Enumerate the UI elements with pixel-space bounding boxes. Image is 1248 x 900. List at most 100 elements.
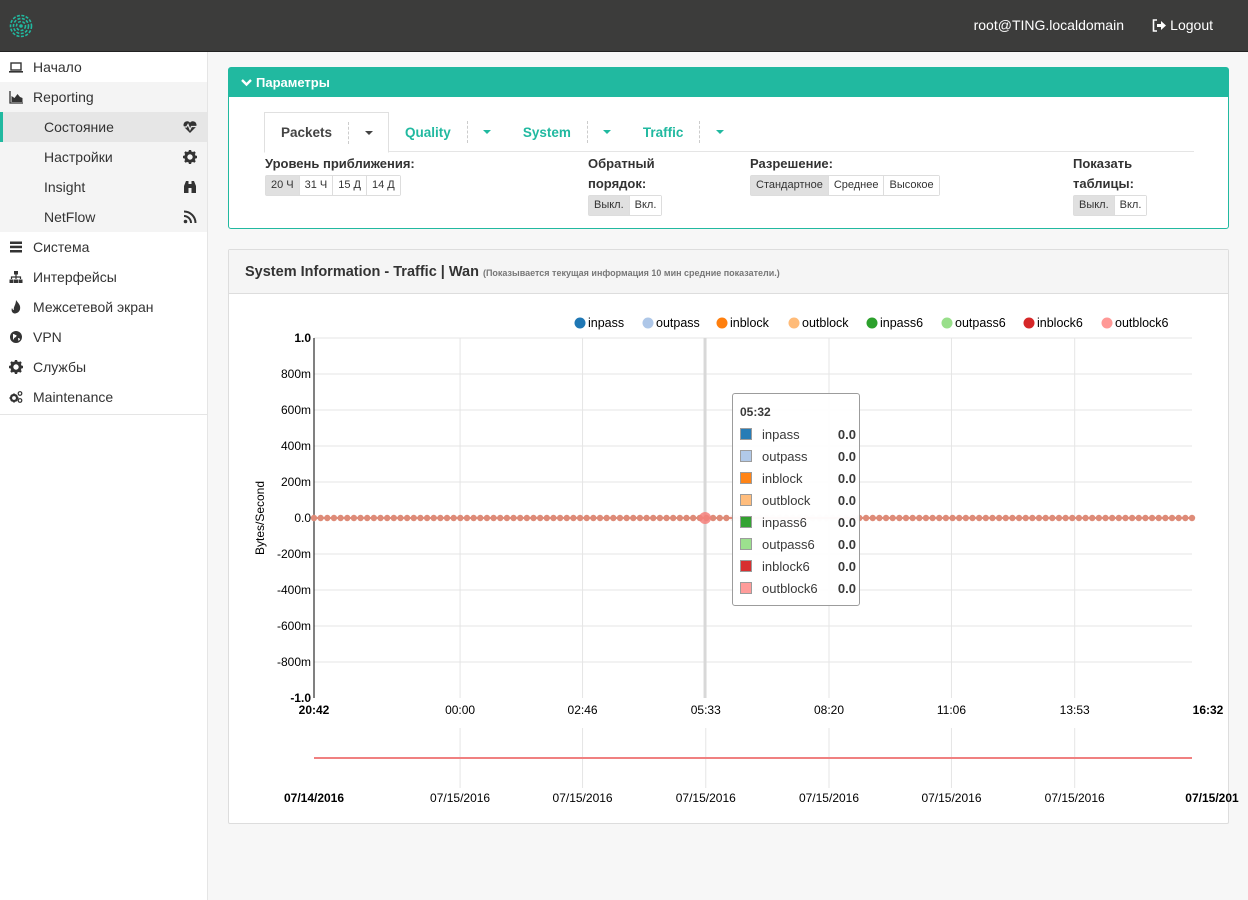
data-point bbox=[603, 514, 610, 522]
data-point bbox=[1095, 514, 1103, 522]
tooltip-row: inblock 0.0 bbox=[740, 467, 856, 489]
data-point bbox=[630, 514, 637, 522]
y-tick-label: -400m bbox=[277, 583, 311, 597]
data-point bbox=[383, 514, 391, 522]
y-tick-label: 0.0 bbox=[294, 511, 311, 525]
y-tick-label: 600m bbox=[281, 403, 311, 417]
data-point bbox=[364, 514, 371, 522]
data-point bbox=[623, 514, 630, 522]
data-point bbox=[1142, 514, 1149, 522]
data-point bbox=[390, 514, 398, 522]
legend-marker-outpass[interactable] bbox=[642, 317, 654, 329]
y-tick-label: -600m bbox=[277, 619, 311, 633]
x-tick-label: 05:33 bbox=[691, 703, 721, 717]
legend-marker-outpass6[interactable] bbox=[941, 317, 953, 329]
tooltip-row: outpass6 0.0 bbox=[740, 533, 856, 555]
tooltip-row: inblock6 0.0 bbox=[740, 555, 856, 577]
legend-marker-inpass[interactable] bbox=[574, 317, 586, 329]
series-swatch bbox=[740, 472, 752, 484]
data-point bbox=[324, 514, 331, 522]
tooltip-series-name: outblock bbox=[762, 492, 811, 508]
data-point bbox=[1029, 514, 1036, 522]
context-x-tick-label: 07/15/2016 bbox=[553, 791, 613, 805]
legend-label-outblock6[interactable]: outblock6 bbox=[1115, 316, 1169, 330]
data-point bbox=[989, 514, 996, 522]
data-point bbox=[669, 514, 677, 522]
context-x-tick-label: 07/15/2016 bbox=[921, 791, 981, 805]
y-tick-label: 800m bbox=[281, 367, 311, 381]
data-point bbox=[1055, 514, 1063, 522]
data-point bbox=[1089, 514, 1096, 522]
traffic-chart[interactable]: 1.0 800m 600m 400m 200m 0.0 -200m -400m -600m -80… bbox=[0, 0, 1248, 900]
legend-label-outpass6[interactable]: outpass6 bbox=[955, 316, 1006, 330]
series-swatch bbox=[740, 538, 752, 550]
series-swatch bbox=[740, 428, 752, 440]
data-point bbox=[689, 514, 697, 522]
tooltip-row: inpass6 0.0 bbox=[740, 511, 856, 533]
data-point bbox=[443, 514, 451, 522]
data-point bbox=[1049, 514, 1056, 522]
data-point bbox=[656, 514, 664, 522]
data-point bbox=[530, 514, 537, 522]
legend-label-outpass[interactable]: outpass bbox=[656, 316, 700, 330]
data-point bbox=[663, 514, 670, 522]
data-point bbox=[337, 514, 344, 522]
legend-label-outblock[interactable]: outblock bbox=[802, 316, 849, 330]
legend-marker-inblock6[interactable] bbox=[1023, 317, 1035, 329]
data-point bbox=[1188, 514, 1196, 522]
data-point bbox=[1108, 514, 1116, 522]
tooltip-series-name: inblock bbox=[762, 470, 803, 486]
data-point bbox=[616, 514, 624, 522]
tooltip-series-name: outpass6 bbox=[762, 536, 815, 552]
series-swatch bbox=[740, 516, 752, 528]
legend-label-inblock6[interactable]: inblock6 bbox=[1037, 316, 1083, 330]
tooltip-series-name: inpass6 bbox=[762, 514, 807, 530]
series-swatch bbox=[740, 582, 752, 594]
data-point bbox=[1015, 514, 1023, 522]
data-point bbox=[922, 514, 930, 522]
data-point bbox=[643, 514, 650, 522]
data-point bbox=[909, 514, 916, 522]
tooltip-time: 05:32 bbox=[740, 405, 771, 419]
data-point bbox=[1042, 514, 1049, 522]
data-point bbox=[676, 514, 684, 522]
data-point bbox=[969, 514, 976, 522]
legend-label-inpass6[interactable]: inpass6 bbox=[880, 316, 923, 330]
context-x-tick-label: 07/15/2016 bbox=[430, 791, 490, 805]
data-point bbox=[543, 514, 551, 522]
y-tick-label: -800m bbox=[277, 655, 311, 669]
data-point bbox=[650, 514, 657, 522]
series-swatch bbox=[740, 560, 752, 572]
tooltip-series-value: 0.0 bbox=[837, 470, 856, 486]
data-point bbox=[975, 514, 983, 522]
data-point bbox=[636, 514, 644, 522]
data-point bbox=[350, 514, 358, 522]
data-point bbox=[1002, 514, 1009, 522]
legend-marker-outblock[interactable] bbox=[788, 317, 800, 329]
data-point bbox=[1168, 514, 1176, 522]
legend-marker-outblock6[interactable] bbox=[1101, 317, 1113, 329]
data-point bbox=[410, 514, 417, 522]
legend-label-inpass[interactable]: inpass bbox=[588, 316, 624, 330]
data-point bbox=[523, 514, 531, 522]
y-tick-label: 1.0 bbox=[294, 331, 311, 345]
data-point bbox=[916, 514, 923, 522]
data-point bbox=[510, 514, 517, 522]
data-point bbox=[1022, 514, 1029, 522]
legend-marker-inblock[interactable] bbox=[716, 317, 728, 329]
tooltip-series-value: 0.0 bbox=[837, 448, 856, 464]
legend-label-inblock[interactable]: inblock bbox=[730, 316, 770, 330]
data-point bbox=[936, 514, 943, 522]
data-point bbox=[397, 514, 404, 522]
context-x-tick-label: 07/15/201 bbox=[1185, 791, 1239, 805]
data-point bbox=[1162, 514, 1169, 522]
data-point bbox=[1035, 514, 1043, 522]
data-point bbox=[1062, 514, 1069, 522]
data-point bbox=[1128, 514, 1136, 522]
tooltip-row: outblock 0.0 bbox=[740, 489, 856, 511]
chart-tooltip: 05:32 inpass 0.0 outpass 0.0 inblock 0.0 outbl… bbox=[732, 393, 860, 606]
data-point bbox=[723, 514, 730, 522]
data-point bbox=[417, 514, 424, 522]
data-point bbox=[503, 514, 511, 522]
legend-marker-inpass6[interactable] bbox=[866, 317, 878, 329]
